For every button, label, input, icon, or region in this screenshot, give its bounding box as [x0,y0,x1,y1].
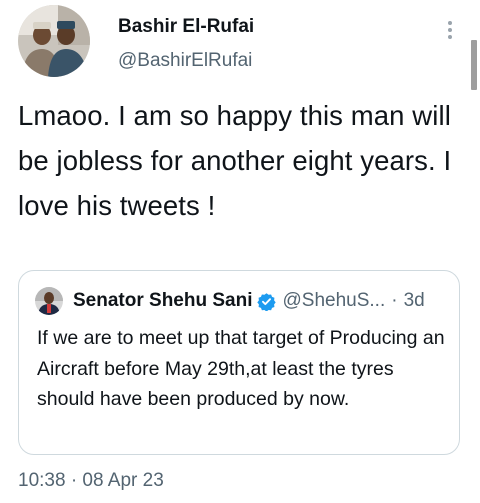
verified-badge-icon [257,292,277,312]
tweet-timestamp[interactable]: 10:38 · 08 Apr 23 [18,470,164,492]
author-name[interactable]: Bashir El-Rufai [118,16,254,38]
scrollbar[interactable] [471,40,477,90]
quoted-tweet-card[interactable]: Senator Shehu Sani @ShehuS... · 3d If we… [18,270,460,455]
author-photo-icon [18,5,90,77]
quoted-header: Senator Shehu Sani @ShehuS... · 3d [73,290,425,312]
quoted-author-photo-icon [35,287,63,315]
tweet-text: Lmaoo. I am so happy this man will be jo… [18,100,452,221]
more-options-icon[interactable] [438,18,462,42]
quoted-tweet-text: If we are to meet up that target of Prod… [37,327,445,410]
author-handle[interactable]: @BashirElRufai [118,50,252,72]
quoted-author-handle[interactable]: @ShehuS... [282,290,385,312]
author-avatar[interactable] [18,5,90,77]
quoted-author-name[interactable]: Senator Shehu Sani [73,290,252,312]
quoted-author-avatar[interactable] [35,287,63,315]
quoted-separator: · [391,290,398,311]
quoted-time[interactable]: 3d [404,290,425,312]
